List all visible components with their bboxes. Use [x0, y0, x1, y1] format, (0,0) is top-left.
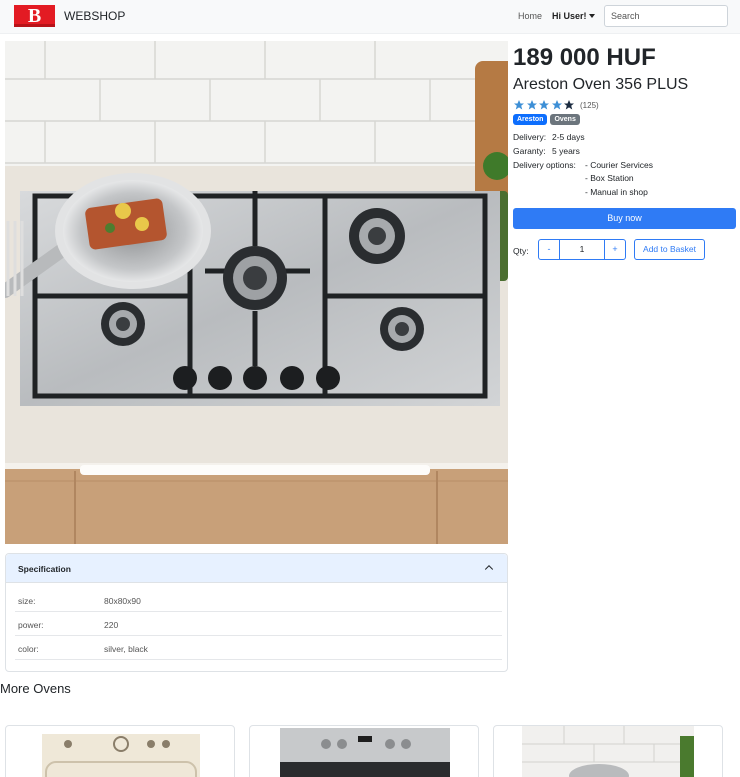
quantity-stepper: - 1 +	[538, 239, 626, 260]
nav-home-link[interactable]: Home	[518, 11, 542, 21]
product-card[interactable]	[493, 725, 723, 777]
star-icon	[526, 100, 537, 110]
specification-title: Specification	[18, 564, 71, 574]
review-count: (125)	[580, 101, 599, 110]
product-badges: Areston Ovens	[513, 114, 580, 125]
spec-key: power:	[18, 620, 44, 630]
delivery-label: Delivery:	[513, 132, 547, 142]
product-title: Areston Oven 356 PLUS	[513, 76, 689, 93]
product-card-image	[280, 728, 450, 777]
add-to-basket-button[interactable]: Add to Basket	[634, 239, 705, 260]
spec-value: 80x80x90	[104, 596, 141, 606]
delivery-option: - Manual in shop	[585, 187, 648, 197]
delivery-options-label: Delivery options:	[513, 160, 576, 170]
garanty-row: Garanty: 5 years	[513, 146, 580, 156]
spec-row: power: 220	[15, 612, 502, 636]
logo-letter: B	[27, 5, 42, 27]
search-input[interactable]	[604, 5, 728, 27]
chevron-up-icon[interactable]	[483, 562, 495, 574]
chevron-down-icon	[588, 14, 595, 18]
user-menu-label: Hi User!	[552, 11, 587, 21]
product-price: 189 000 HUF	[513, 44, 656, 71]
qty-input[interactable]: 1	[559, 240, 605, 259]
specification-header[interactable]: Specification	[6, 554, 507, 583]
delivery-option: - Courier Services	[585, 160, 654, 170]
spec-value: silver, black	[104, 644, 148, 654]
product-card[interactable]	[5, 725, 235, 777]
brand-name[interactable]: WEBSHOP	[64, 9, 125, 23]
star-half-icon	[564, 100, 574, 110]
qty-increment-button[interactable]: +	[605, 240, 625, 259]
delivery-option: - Box Station	[585, 173, 634, 183]
star-icon	[539, 100, 549, 110]
badge-category[interactable]: Ovens	[550, 114, 580, 125]
spec-row: size: 80x80x90	[15, 588, 502, 612]
rating-stars	[513, 99, 576, 111]
delivery-row: Delivery: 2-5 days	[513, 132, 585, 142]
badge-brand[interactable]: Areston	[513, 114, 548, 125]
garanty-label: Garanty:	[513, 146, 546, 156]
spec-key: color:	[18, 644, 39, 654]
spec-key: size:	[18, 596, 36, 606]
spec-row: color: silver, black	[15, 636, 502, 660]
qty-label: Qty:	[513, 246, 529, 256]
star-icon	[514, 100, 524, 110]
product-card[interactable]	[249, 725, 479, 777]
product-card-image	[522, 726, 694, 777]
qty-decrement-button[interactable]: -	[539, 240, 559, 259]
buy-now-button[interactable]: Buy now	[513, 208, 736, 229]
star-icon	[551, 100, 562, 110]
navbar: B WEBSHOP Home Hi User!	[0, 0, 740, 34]
user-menu-dropdown[interactable]: Hi User!	[552, 11, 595, 21]
brand-logo[interactable]: B	[14, 5, 55, 27]
spec-value: 220	[104, 620, 119, 630]
delivery-value: 2-5 days	[552, 132, 585, 142]
specification-accordion: Specification size: 80x80x90 power: 220 …	[5, 553, 508, 672]
product-card-image	[42, 734, 200, 777]
more-section-title: More Ovens	[0, 681, 71, 696]
garanty-value: 5 years	[552, 146, 580, 156]
product-image	[5, 41, 508, 544]
